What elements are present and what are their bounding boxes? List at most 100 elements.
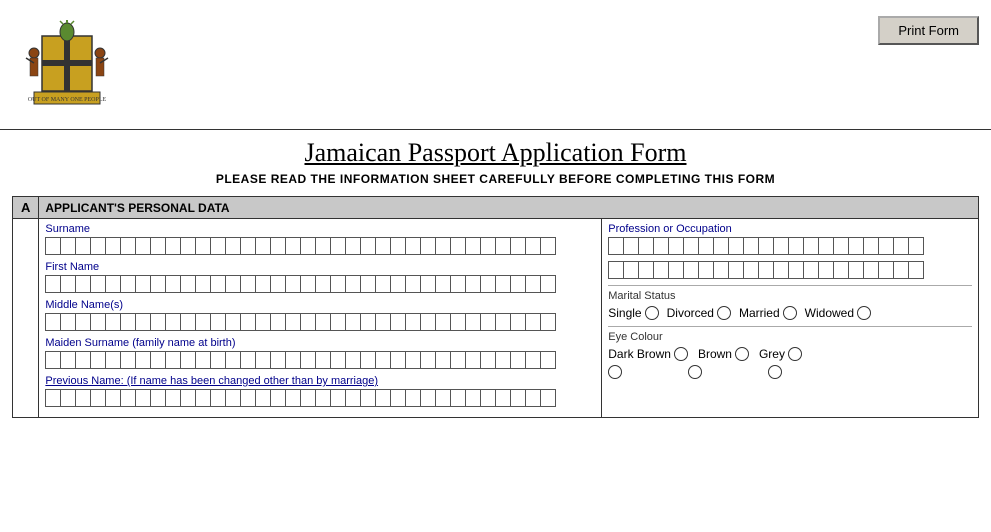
char-box[interactable] xyxy=(450,389,466,407)
char-box[interactable] xyxy=(135,237,151,255)
char-box[interactable] xyxy=(195,237,211,255)
char-box[interactable] xyxy=(255,237,271,255)
char-box[interactable] xyxy=(878,237,894,255)
char-box[interactable] xyxy=(315,313,331,331)
char-box[interactable] xyxy=(90,313,106,331)
char-box[interactable] xyxy=(668,237,684,255)
char-box[interactable] xyxy=(300,389,316,407)
char-box[interactable] xyxy=(480,351,496,369)
radio-grey[interactable] xyxy=(788,347,802,361)
char-box[interactable] xyxy=(225,275,241,293)
char-box[interactable] xyxy=(803,261,819,279)
char-box[interactable] xyxy=(240,351,256,369)
char-box[interactable] xyxy=(105,237,121,255)
char-box[interactable] xyxy=(713,237,729,255)
char-box[interactable] xyxy=(375,275,391,293)
char-box[interactable] xyxy=(60,389,76,407)
char-box[interactable] xyxy=(240,389,256,407)
char-box[interactable] xyxy=(863,237,879,255)
char-box[interactable] xyxy=(480,275,496,293)
char-box[interactable] xyxy=(90,351,106,369)
char-box[interactable] xyxy=(75,275,91,293)
char-box[interactable] xyxy=(315,389,331,407)
char-box[interactable] xyxy=(225,389,241,407)
char-box[interactable] xyxy=(893,261,909,279)
char-box[interactable] xyxy=(390,237,406,255)
char-box[interactable] xyxy=(540,237,556,255)
char-box[interactable] xyxy=(285,237,301,255)
char-box[interactable] xyxy=(330,351,346,369)
char-box[interactable] xyxy=(803,237,819,255)
char-box[interactable] xyxy=(390,275,406,293)
print-form-button[interactable]: Print Form xyxy=(878,16,979,45)
char-box[interactable] xyxy=(345,275,361,293)
char-box[interactable] xyxy=(240,275,256,293)
char-box[interactable] xyxy=(210,351,226,369)
char-box[interactable] xyxy=(255,313,271,331)
char-box[interactable] xyxy=(165,313,181,331)
char-box[interactable] xyxy=(495,275,511,293)
char-box[interactable] xyxy=(465,351,481,369)
char-box[interactable] xyxy=(435,389,451,407)
char-box[interactable] xyxy=(180,237,196,255)
char-box[interactable] xyxy=(818,261,834,279)
char-box[interactable] xyxy=(435,313,451,331)
char-box[interactable] xyxy=(743,261,759,279)
char-box[interactable] xyxy=(525,313,541,331)
char-box[interactable] xyxy=(405,351,421,369)
char-box[interactable] xyxy=(465,313,481,331)
char-box[interactable] xyxy=(315,237,331,255)
char-box[interactable] xyxy=(195,351,211,369)
char-box[interactable] xyxy=(150,351,166,369)
char-box[interactable] xyxy=(390,313,406,331)
char-box[interactable] xyxy=(480,389,496,407)
char-box[interactable] xyxy=(165,237,181,255)
char-box[interactable] xyxy=(728,261,744,279)
char-box[interactable] xyxy=(893,237,909,255)
char-box[interactable] xyxy=(495,313,511,331)
char-box[interactable] xyxy=(75,237,91,255)
char-box[interactable] xyxy=(285,351,301,369)
char-box[interactable] xyxy=(330,389,346,407)
char-box[interactable] xyxy=(90,275,106,293)
char-box[interactable] xyxy=(698,261,714,279)
char-box[interactable] xyxy=(315,351,331,369)
char-box[interactable] xyxy=(195,389,211,407)
char-box[interactable] xyxy=(758,237,774,255)
char-box[interactable] xyxy=(90,389,106,407)
char-box[interactable] xyxy=(45,237,61,255)
char-box[interactable] xyxy=(863,261,879,279)
char-box[interactable] xyxy=(450,351,466,369)
char-box[interactable] xyxy=(773,261,789,279)
char-box[interactable] xyxy=(210,275,226,293)
char-box[interactable] xyxy=(728,237,744,255)
char-box[interactable] xyxy=(75,351,91,369)
char-box[interactable] xyxy=(135,389,151,407)
char-box[interactable] xyxy=(285,275,301,293)
char-box[interactable] xyxy=(420,351,436,369)
char-box[interactable] xyxy=(405,275,421,293)
char-box[interactable] xyxy=(135,351,151,369)
char-box[interactable] xyxy=(638,261,654,279)
char-box[interactable] xyxy=(525,237,541,255)
char-box[interactable] xyxy=(300,275,316,293)
char-box[interactable] xyxy=(330,313,346,331)
char-box[interactable] xyxy=(510,313,526,331)
char-box[interactable] xyxy=(105,313,121,331)
char-box[interactable] xyxy=(360,351,376,369)
char-box[interactable] xyxy=(165,389,181,407)
radio-single[interactable] xyxy=(645,306,659,320)
char-box[interactable] xyxy=(270,313,286,331)
radio-eye-5[interactable] xyxy=(688,365,702,379)
radio-dark-brown[interactable] xyxy=(674,347,688,361)
char-box[interactable] xyxy=(405,389,421,407)
char-box[interactable] xyxy=(788,237,804,255)
char-box[interactable] xyxy=(525,351,541,369)
char-box[interactable] xyxy=(180,351,196,369)
char-box[interactable] xyxy=(180,275,196,293)
char-box[interactable] xyxy=(435,275,451,293)
char-box[interactable] xyxy=(540,351,556,369)
char-box[interactable] xyxy=(150,313,166,331)
char-box[interactable] xyxy=(848,237,864,255)
char-box[interactable] xyxy=(420,389,436,407)
